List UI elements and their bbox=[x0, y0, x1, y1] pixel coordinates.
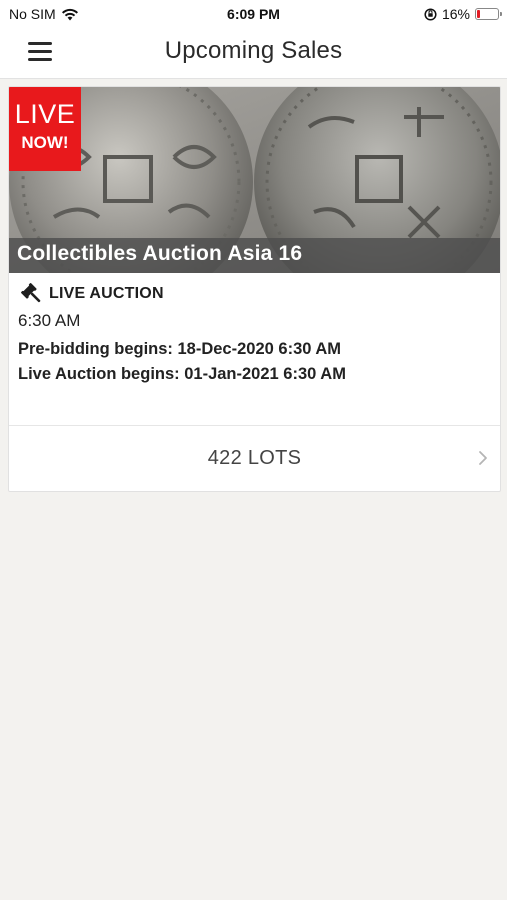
sale-card[interactable]: LIVE NOW! Collectibles Auction Asia 16 L… bbox=[8, 86, 501, 492]
chevron-right-icon bbox=[479, 451, 487, 465]
prebidding-begins: Pre-bidding begins: 18-Dec-2020 6:30 AM bbox=[18, 340, 342, 358]
sale-type-label: LIVE AUCTION bbox=[49, 285, 164, 302]
gavel-icon bbox=[21, 283, 41, 303]
status-bar: No SIM 6:09 PM 16% bbox=[0, 0, 507, 28]
view-lots-button[interactable]: 422 LOTS bbox=[9, 426, 500, 491]
navigation-bar: Upcoming Sales bbox=[0, 28, 507, 79]
live-badge-line2: NOW! bbox=[21, 133, 69, 152]
sale-banner-image[interactable]: LIVE NOW! Collectibles Auction Asia 16 bbox=[9, 87, 500, 273]
live-now-badge: LIVE NOW! bbox=[9, 87, 81, 171]
orientation-lock-icon bbox=[424, 7, 437, 21]
sale-time: 6:30 AM bbox=[18, 311, 81, 330]
sale-title: Collectibles Auction Asia 16 bbox=[17, 242, 303, 265]
battery-icon bbox=[475, 8, 502, 20]
sale-type-row: LIVE AUCTION bbox=[21, 283, 164, 305]
battery-level-fill bbox=[477, 10, 480, 18]
live-badge-line1: LIVE bbox=[14, 99, 76, 129]
page-title: Upcoming Sales bbox=[164, 37, 343, 64]
status-right: 16% bbox=[424, 6, 502, 22]
live-auction-begins: Live Auction begins: 01-Jan-2021 6:30 AM bbox=[18, 365, 346, 383]
battery-percent: 16% bbox=[441, 6, 470, 22]
sale-title-overlay: Collectibles Auction Asia 16 bbox=[9, 238, 500, 273]
lots-count: 422 LOTS bbox=[207, 447, 302, 469]
